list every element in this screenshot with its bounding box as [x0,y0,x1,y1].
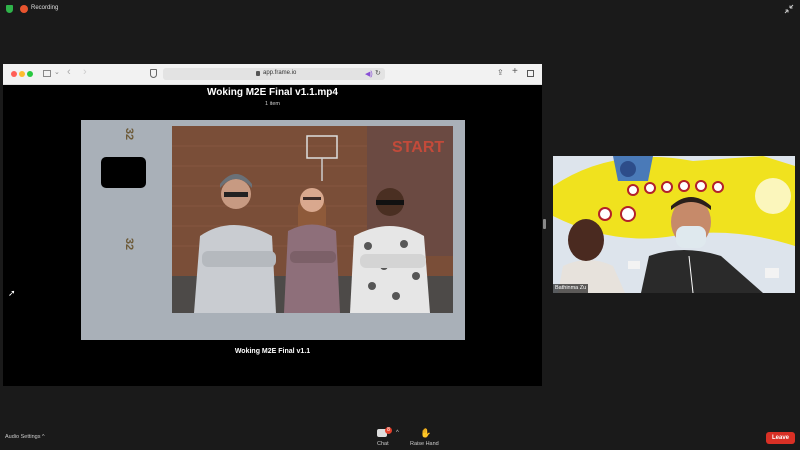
speaker-icon[interactable]: ◀) [365,70,373,78]
browser-toolbar: ⌄ ‹ › app.frame.io ◀) ↻ ⇪ + [3,64,542,85]
chevron-up-icon: ^ [42,434,45,440]
meeting-top-bar: Recording [0,0,800,20]
resize-handle[interactable] [543,219,546,229]
recording-label: Recording [31,5,59,11]
chat-button[interactable]: 8 Chat [372,427,396,449]
item-count: 1 item [265,101,280,107]
shield-icon[interactable] [6,5,13,13]
window-close-button[interactable] [11,71,17,77]
tab-overview-icon[interactable] [527,70,534,77]
lock-icon [256,71,260,76]
shared-browser-window: ⌄ ‹ › app.frame.io ◀) ↻ ⇪ + Woking M2E F… [3,64,542,386]
raise-hand-label: Raise Hand [410,441,439,447]
participant-video-tile[interactable]: Bathinma Zu [553,156,795,293]
raise-hand-button[interactable]: ✋ Raise Hand [408,427,444,449]
chat-label: Chat [377,441,389,447]
mouse-cursor-icon: ➚ [8,288,16,298]
video-player[interactable]: 32 32 START [81,120,465,340]
sidebar-icon[interactable] [43,70,51,77]
film-edge-number: 32 [123,237,136,251]
video-frame-image: START [172,126,453,313]
chevron-up-icon[interactable]: ^ [396,430,399,436]
forward-icon[interactable]: › [83,66,87,78]
chevron-down-icon[interactable]: ⌄ [54,68,60,76]
exit-fullscreen-icon[interactable] [784,4,794,14]
audio-settings-label: Audio Settings [5,434,41,440]
window-maximize-button[interactable] [27,71,33,77]
privacy-shield-icon[interactable] [150,69,157,78]
svg-text:START: START [392,139,444,156]
window-minimize-button[interactable] [19,71,25,77]
file-title: Woking M2E Final v1.1.mp4 [207,87,338,98]
chat-unread-badge: 8 [385,427,392,434]
video-caption: Woking M2E Final v1.1 [234,348,311,355]
back-icon[interactable]: ‹ [67,66,71,78]
film-sprocket-hole [101,157,146,188]
new-tab-icon[interactable]: + [512,66,518,77]
reload-icon[interactable]: ↻ [375,69,381,77]
film-edge-number: 32 [123,127,136,141]
audio-settings-button[interactable]: Audio Settings ^ [5,434,45,440]
address-bar[interactable]: app.frame.io ◀) ↻ [163,68,385,80]
participant-video-image [553,156,795,293]
participant-name-tag: Bathinma Zu [553,284,589,293]
url-text: app.frame.io [263,70,297,76]
recording-icon [20,5,28,13]
hand-icon: ✋ [420,428,432,438]
share-icon[interactable]: ⇪ [497,68,504,77]
leave-button[interactable]: Leave [766,432,795,444]
